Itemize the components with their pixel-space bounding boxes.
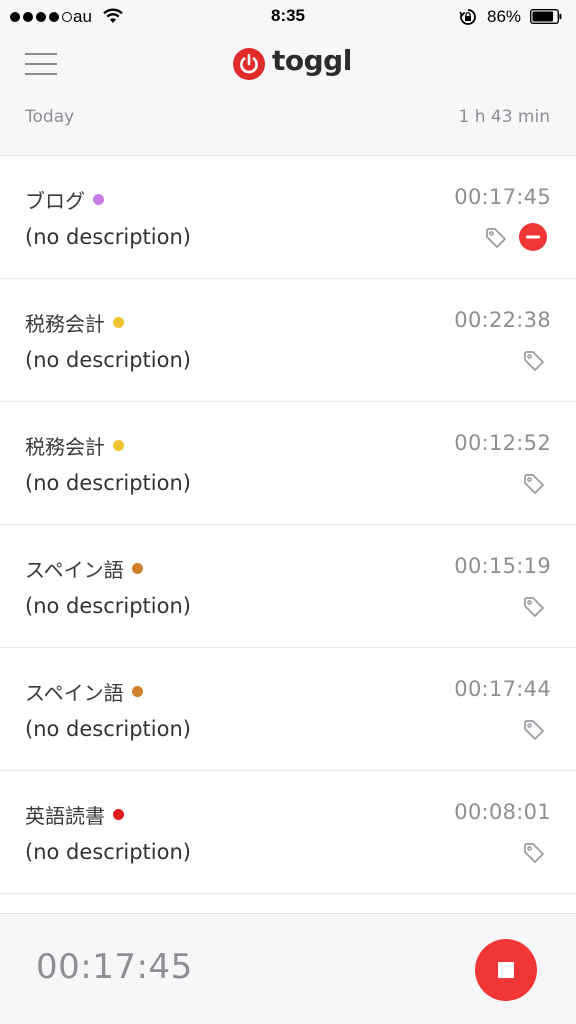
entry-duration: 00:15:19 xyxy=(454,554,551,578)
time-entry-row[interactable]: 英語読書 (no description) 00:08:01 xyxy=(0,771,576,894)
time-entry-row[interactable]: 税務会計 (no description) 00:12:52 xyxy=(0,402,576,525)
entry-duration: 00:08:01 xyxy=(454,800,551,824)
time-entry-row[interactable]: ブログ (no description) 00:17:45 xyxy=(0,156,576,279)
project-name: スペイン語 xyxy=(25,681,124,705)
project-label: ブログ xyxy=(25,185,104,214)
tag-icon[interactable] xyxy=(522,718,546,742)
entry-description: (no description) xyxy=(25,594,191,618)
rotation-lock-icon xyxy=(459,9,476,25)
entry-duration: 00:17:44 xyxy=(454,677,551,701)
entry-description: (no description) xyxy=(25,840,191,864)
tag-icon[interactable] xyxy=(522,472,546,496)
entry-duration: 00:12:52 xyxy=(454,431,551,455)
app-screen: au 8:35 86% toggl Today 1 h 43 min ブログ (… xyxy=(0,0,576,1024)
entry-description: (no description) xyxy=(25,348,191,372)
battery-percentage: 86% xyxy=(487,7,522,26)
hamburger-menu-icon[interactable] xyxy=(25,52,57,76)
project-label: 税務会計 xyxy=(25,308,124,337)
tag-icon[interactable] xyxy=(522,841,546,865)
entry-description: (no description) xyxy=(25,717,191,741)
entry-duration: 00:17:45 xyxy=(454,185,551,209)
project-name: 税務会計 xyxy=(25,312,105,336)
time-entry-row[interactable]: スペイン語 (no description) 00:17:44 xyxy=(0,648,576,771)
project-name: 英語読書 xyxy=(25,804,105,828)
status-bar: au 8:35 86% xyxy=(0,0,576,34)
tag-icon[interactable] xyxy=(522,349,546,373)
day-header: Today 1 h 43 min xyxy=(0,94,576,156)
project-color-dot xyxy=(131,563,143,574)
project-color-dot xyxy=(113,317,124,328)
project-name: 税務会計 xyxy=(25,435,105,459)
battery-icon xyxy=(530,9,562,24)
stop-icon xyxy=(498,962,514,978)
entry-duration: 00:22:38 xyxy=(454,308,551,332)
project-name: ブログ xyxy=(25,189,85,213)
day-label: Today xyxy=(25,107,75,127)
brand-name: toggl xyxy=(272,44,352,77)
entry-description: (no description) xyxy=(25,471,191,495)
running-timer-bar[interactable]: 00:17:45 xyxy=(0,913,576,1024)
entry-description: (no description) xyxy=(25,225,191,249)
running-timer-duration: 00:17:45 xyxy=(36,947,193,987)
navigation-bar: toggl xyxy=(0,34,576,94)
project-name: スペイン語 xyxy=(25,558,124,582)
project-label: 英語読書 xyxy=(25,800,124,829)
project-color-dot xyxy=(93,194,104,205)
stop-timer-button[interactable] xyxy=(475,939,537,1001)
minus-circle-icon[interactable] xyxy=(518,222,548,252)
toggl-logo-icon xyxy=(233,48,265,80)
tag-icon[interactable] xyxy=(484,226,508,250)
project-label: スペイン語 xyxy=(25,554,143,583)
project-color-dot xyxy=(131,686,143,697)
time-entry-row[interactable]: スペイン語 (no description) 00:15:19 xyxy=(0,525,576,648)
day-total-duration: 1 h 43 min xyxy=(458,107,551,127)
tag-icon[interactable] xyxy=(522,595,546,619)
project-label: スペイン語 xyxy=(25,677,143,706)
project-color-dot xyxy=(113,809,124,820)
time-entry-list: ブログ (no description) 00:17:45 税務会計 (no d… xyxy=(0,156,576,894)
project-color-dot xyxy=(113,440,124,451)
time-entry-row[interactable]: 税務会計 (no description) 00:22:38 xyxy=(0,279,576,402)
project-label: 税務会計 xyxy=(25,431,124,460)
